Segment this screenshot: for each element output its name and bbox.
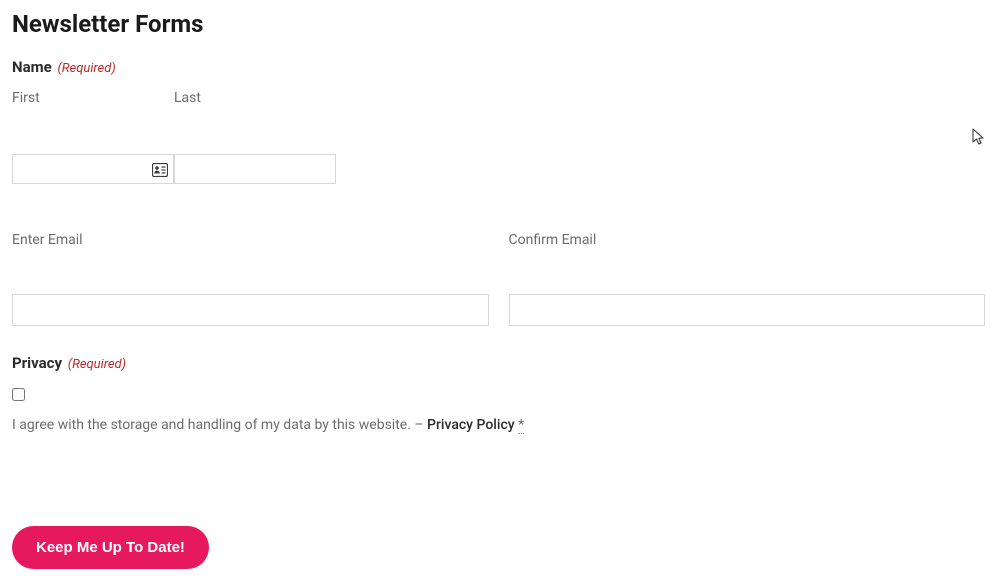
name-required-text: (Required) <box>57 61 115 76</box>
name-label-text: Name <box>12 58 52 76</box>
last-name-input[interactable] <box>174 154 336 184</box>
privacy-policy-link[interactable]: Privacy Policy <box>427 417 515 433</box>
last-name-label: Last <box>174 90 336 106</box>
name-label: Name (Required) <box>12 58 985 76</box>
privacy-agreement-text: I agree with the storage and handling of… <box>12 415 985 436</box>
first-name-label: First <box>12 90 174 106</box>
enter-email-input[interactable] <box>12 294 489 326</box>
confirm-email-label: Confirm Email <box>509 232 986 248</box>
privacy-agreement-prefix: I agree with the storage and handling of… <box>12 417 427 433</box>
cursor-icon <box>972 128 986 150</box>
submit-button[interactable]: Keep Me Up To Date! <box>12 526 209 569</box>
privacy-label-text: Privacy <box>12 354 62 372</box>
confirm-email-input[interactable] <box>509 294 986 326</box>
privacy-checkbox[interactable] <box>12 388 25 401</box>
enter-email-label: Enter Email <box>12 232 489 248</box>
privacy-required-text: (Required) <box>68 357 126 372</box>
asterisk-icon: * <box>518 417 524 434</box>
first-name-input[interactable] <box>12 154 174 184</box>
privacy-label: Privacy (Required) <box>12 354 985 372</box>
page-title: Newsletter Forms <box>12 10 985 38</box>
